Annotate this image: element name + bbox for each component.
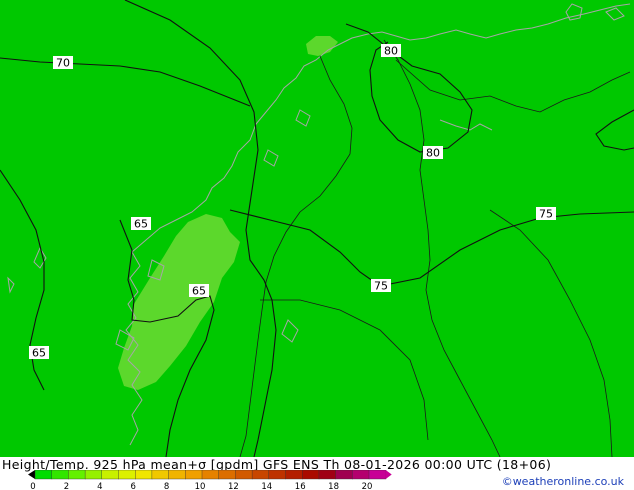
colorbar-cell (101, 470, 120, 480)
contour-label-southwest-65: 65 (29, 346, 49, 360)
colorbar-cell (134, 470, 153, 480)
colorbar-tick-label: 4 (97, 482, 102, 490)
contour-label-center-65: 65 (189, 284, 209, 298)
colorbar-cell (34, 470, 53, 480)
map-background (0, 0, 634, 457)
colorbar-tick-label: 20 (362, 482, 373, 490)
colorbar-tick-label: 10 (195, 482, 206, 490)
colorbar-cell (352, 470, 370, 480)
colorbar-arrow-right (385, 470, 392, 479)
svg-text:75: 75 (374, 280, 388, 293)
contour-label-north-80: 80 (381, 44, 401, 58)
colorbar-cell (285, 470, 303, 480)
weather-map: 70 80 80 75 75 65 65 65 (0, 0, 634, 457)
colorbar-cell (118, 470, 136, 480)
colorbar-cell (51, 470, 69, 480)
colorbar-cells (28, 470, 392, 480)
colorbar-tick-label: 0 (30, 482, 35, 490)
colorbar-cell (318, 470, 337, 480)
svg-text:80: 80 (384, 45, 398, 58)
colorbar-tick-label: 2 (64, 482, 69, 490)
svg-text:75: 75 (539, 208, 553, 221)
svg-text:65: 65 (192, 285, 206, 298)
weatheronline-credit[interactable]: ©weatheronline.co.uk (502, 475, 624, 488)
colorbar-tick-label: 6 (130, 482, 135, 490)
contour-label-central-75: 75 (371, 279, 391, 293)
contour-label-midwest-65: 65 (131, 217, 151, 231)
colorbar-cell (185, 470, 203, 480)
colorbar-cell (335, 470, 353, 480)
contour-label-west-70: 70 (53, 56, 73, 70)
colorbar-tick-labels: 0 2 4 6 8 10 12 14 16 18 20 (30, 482, 372, 490)
colorbar-cell (168, 470, 186, 480)
colorbar-cell (235, 470, 253, 480)
svg-text:80: 80 (426, 147, 440, 160)
svg-text:65: 65 (32, 347, 46, 360)
contour-label-east-75: 75 (536, 207, 556, 221)
temperature-colorbar: 0 2 4 6 8 10 12 14 16 18 20 (28, 470, 392, 490)
colorbar-arrow-left (28, 470, 35, 479)
colorbar-tick-label: 18 (328, 482, 339, 490)
colorbar-cell (251, 470, 270, 480)
colorbar-cell (151, 470, 170, 480)
svg-text:70: 70 (56, 57, 70, 70)
svg-text:65: 65 (134, 218, 148, 231)
colorbar-cell (268, 470, 287, 480)
colorbar-cell (84, 470, 103, 480)
colorbar-tick-label: 12 (228, 482, 239, 490)
colorbar-cell (68, 470, 86, 480)
colorbar-cell (218, 470, 236, 480)
colorbar-tick-label: 16 (295, 482, 306, 490)
colorbar-tick-label: 14 (261, 482, 272, 490)
colorbar-cell (201, 470, 220, 480)
colorbar-tick-label: 8 (164, 482, 169, 490)
colorbar-cell (368, 470, 387, 480)
map-footer: Height/Temp. 925 hPa mean+σ [gpdm] GFS E… (0, 457, 634, 490)
colorbar-cell (302, 470, 320, 480)
contour-label-northeast-80: 80 (423, 146, 443, 160)
